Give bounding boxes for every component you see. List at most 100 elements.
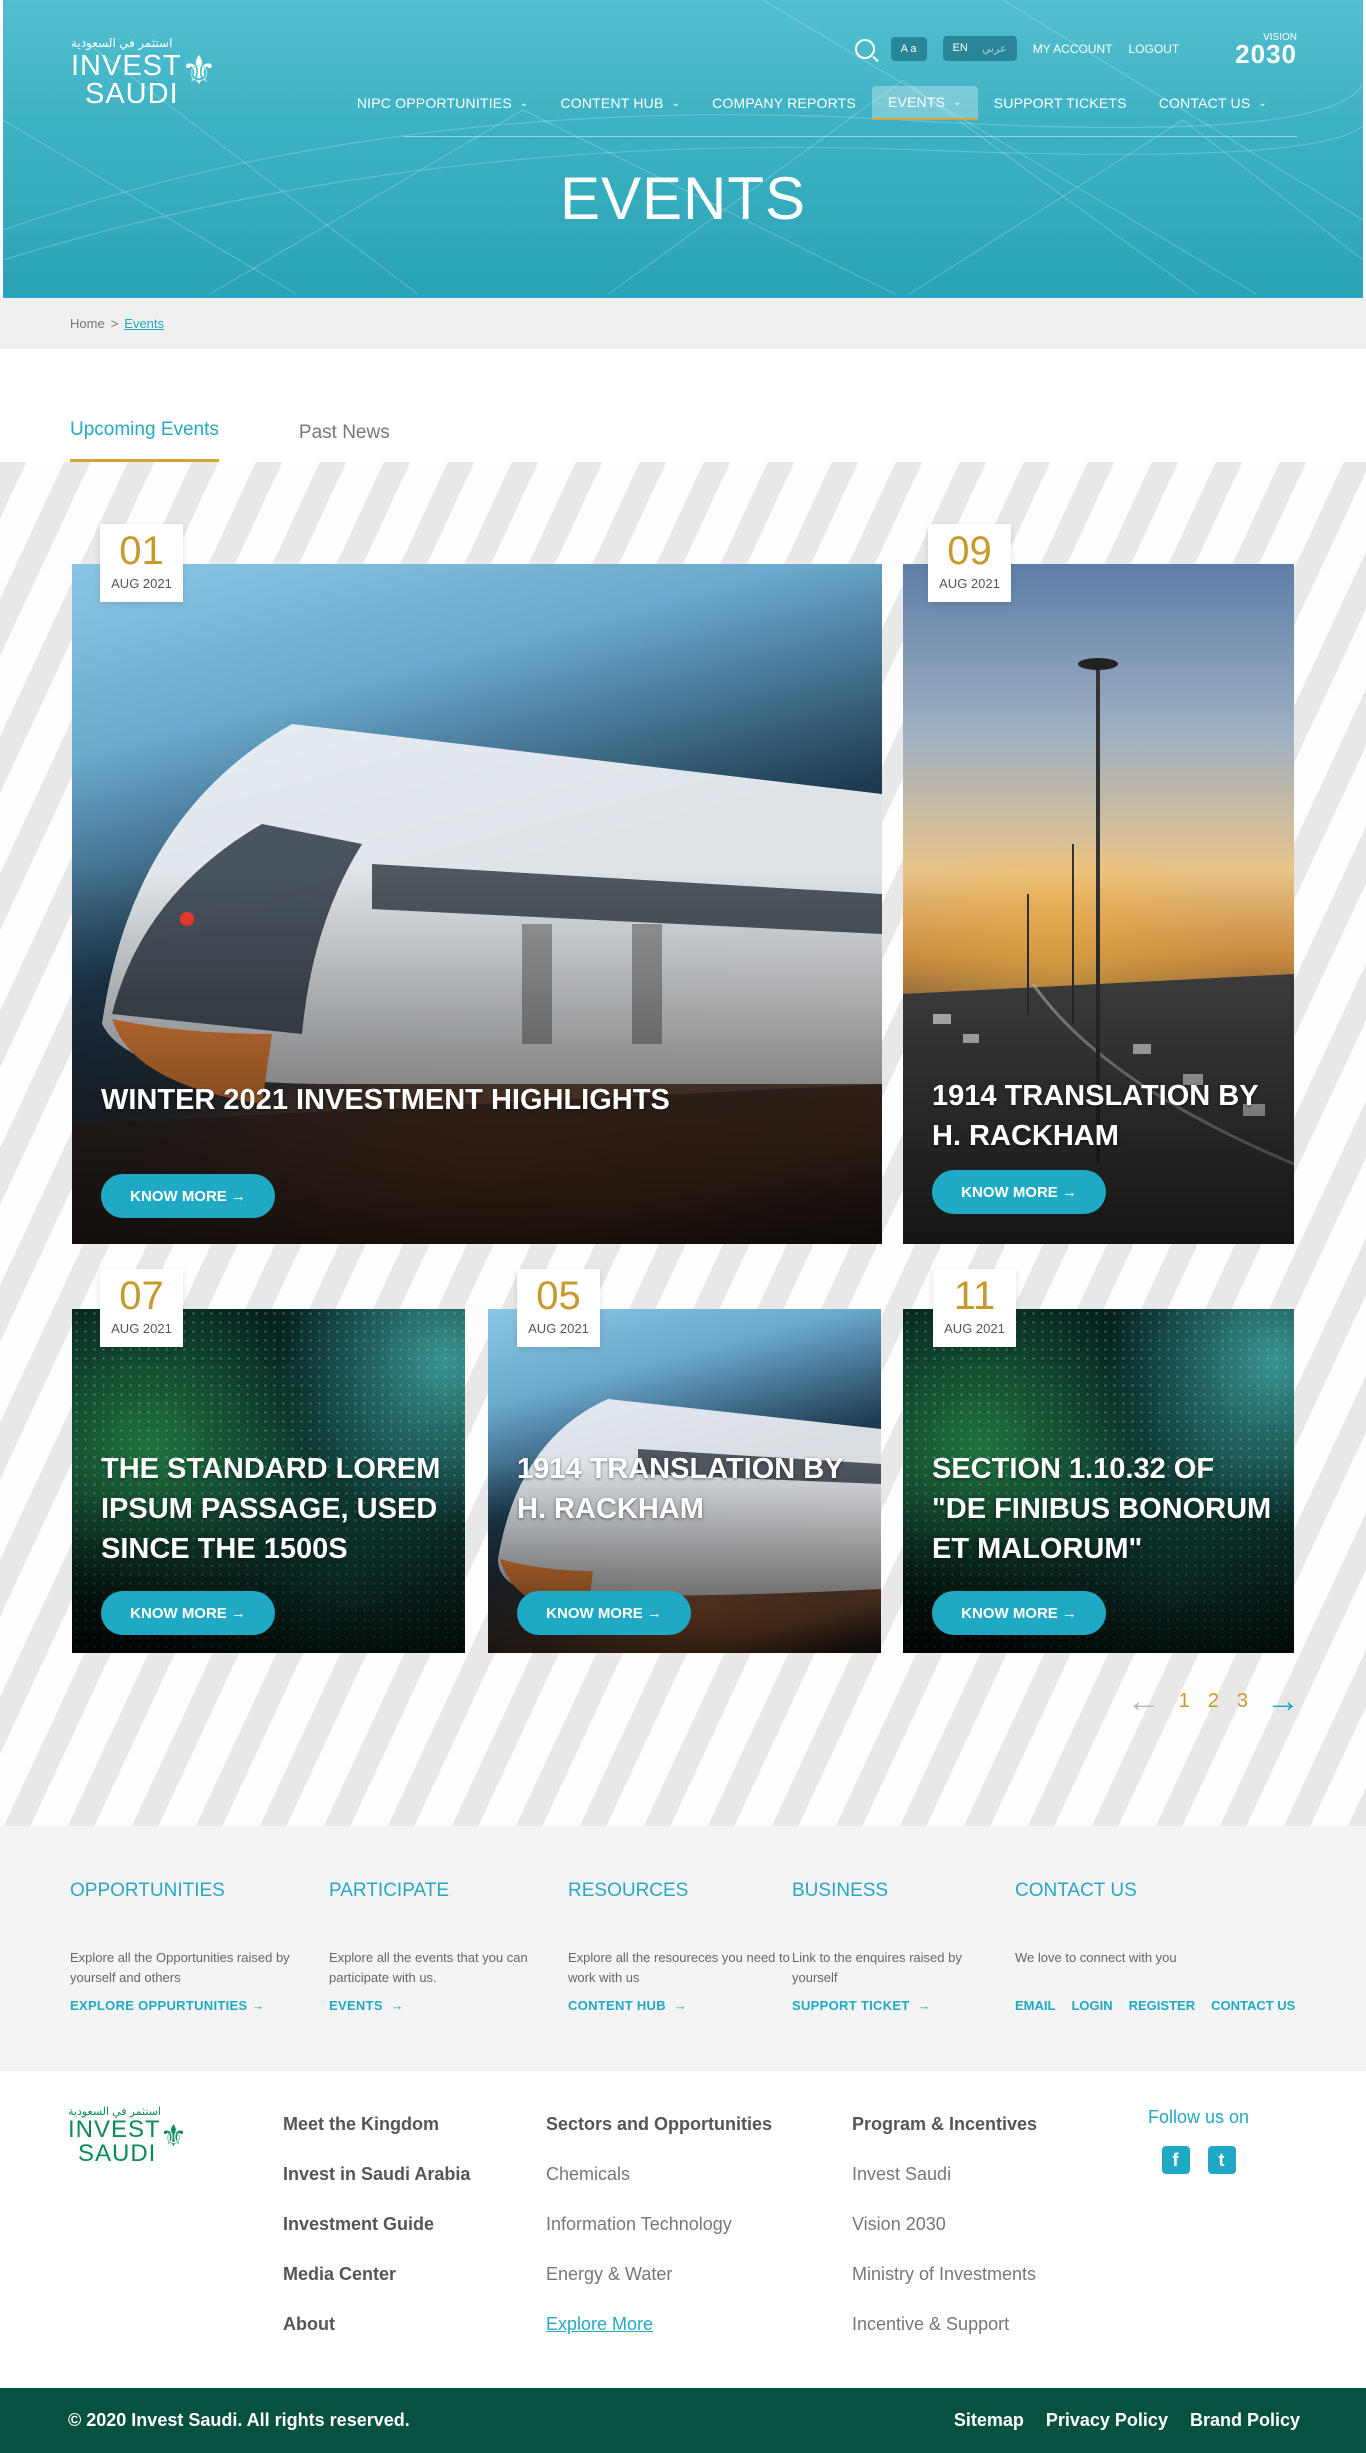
page-link-2[interactable]: 2 (1208, 1690, 1219, 1713)
footer-link[interactable]: Information Technology (546, 2211, 772, 2261)
event-tabs: Upcoming Events Past News (0, 349, 1366, 462)
font-size-toggle[interactable]: A a (890, 36, 927, 61)
nav-support-tickets[interactable]: SUPPORT TICKETS (978, 87, 1143, 119)
footer-link[interactable]: Invest Saudi (852, 2161, 1037, 2211)
footer-link[interactable]: Chemicals (546, 2161, 772, 2211)
event-title: THE STANDARD LOREM IPSUM PASSAGE, USED S… (101, 1453, 441, 1565)
links-col-participate: PARTICIPATE Explore all the events that … (329, 1880, 569, 2015)
page-link-3[interactable]: 3 (1237, 1690, 1248, 1713)
search-icon[interactable] (854, 38, 875, 59)
breadcrumb-current[interactable]: Events (124, 316, 164, 331)
contact-us-link[interactable]: CONTACT US (1211, 1998, 1295, 2013)
nav-label: NIPC OPPORTUNITIES (356, 95, 512, 111)
footer-link[interactable]: Invest in Saudi Arabia (283, 2161, 470, 2211)
links-col-opportunities: OPPORTUNITIES Explore all the Opportunit… (70, 1880, 310, 2015)
links-heading: BUSINESS (792, 1880, 889, 1901)
nav-divider (403, 136, 1297, 137)
vision-2030-logo: VISION 2030 (1235, 32, 1297, 67)
footer-link[interactable]: Energy & Water (546, 2261, 772, 2311)
date-month: AUG 2021 (111, 1321, 172, 1336)
email-link[interactable]: EMAIL (1015, 1998, 1055, 2013)
event-card[interactable]: 1914 TRANSLATION BY H. RACKHAM KNOW MORE… (488, 1309, 881, 1653)
date-badge: 11 AUG 2021 (933, 1269, 1016, 1347)
breadcrumb-separator: > (110, 316, 119, 331)
nav-company-reports[interactable]: COMPANY REPORTS (696, 87, 872, 119)
date-month: AUG 2021 (111, 576, 172, 591)
palm-swords-icon: ⚜ (181, 49, 217, 93)
footer-link[interactable]: Ministry of Investments (852, 2261, 1037, 2311)
twitter-icon[interactable]: t (1207, 2146, 1236, 2174)
footer-col-main: Meet the Kingdom Invest in Saudi Arabia … (283, 2111, 470, 2361)
privacy-policy-link[interactable]: Privacy Policy (1046, 2410, 1168, 2431)
legal-links: Sitemap Privacy Policy Brand Policy (954, 2410, 1300, 2431)
button-label: KNOW MORE (961, 1604, 1058, 1622)
nav-contact-us[interactable]: CONTACT US ⌄ (1143, 87, 1283, 119)
know-more-button[interactable]: KNOW MORE → (517, 1591, 691, 1635)
footer-link[interactable]: Incentive & Support (852, 2311, 1037, 2361)
know-more-button[interactable]: KNOW MORE → (932, 1591, 1106, 1635)
main-navigation: NIPC OPPORTUNITIES ⌄ CONTENT HUB ⌄ COMPA… (341, 86, 1283, 120)
arrow-right-icon: → (1061, 1183, 1077, 1201)
know-more-button[interactable]: KNOW MORE → (101, 1174, 275, 1218)
date-badge: 05 AUG 2021 (517, 1269, 600, 1347)
nav-label: EVENTS (887, 94, 946, 110)
lang-ar[interactable]: عربي (982, 42, 1007, 55)
logout-link[interactable]: LOGOUT (1128, 42, 1179, 56)
date-badge: 09 AUG 2021 (928, 524, 1011, 602)
arrow-left-icon[interactable]: ← (1127, 1684, 1161, 1718)
tab-upcoming-events[interactable]: Upcoming Events (70, 419, 219, 462)
footer-link[interactable]: Meet the Kingdom (283, 2111, 470, 2161)
footer-link[interactable]: Vision 2030 (852, 2211, 1037, 2261)
footer-link[interactable]: Investment Guide (283, 2211, 470, 2261)
events-link[interactable]: EVENTS → (329, 1998, 404, 2013)
page-link-1[interactable]: 1 (1179, 1690, 1190, 1713)
facebook-icon[interactable]: f (1161, 2146, 1190, 2174)
links-heading: OPPORTUNITIES (70, 1880, 225, 1901)
event-card[interactable]: 1914 TRANSLATION BY H. RACKHAM KNOW MORE… (903, 564, 1294, 1244)
know-more-button[interactable]: KNOW MORE → (101, 1591, 275, 1635)
language-switcher[interactable]: EN عربي (942, 36, 1017, 61)
footer-heading[interactable]: Program & Incentives (852, 2111, 1037, 2161)
footer-link[interactable]: Media Center (283, 2261, 470, 2311)
footer-link[interactable]: About (283, 2311, 470, 2361)
footer-logo[interactable]: استثمر في السعودية INVEST SAUDI ⚜ (68, 2105, 187, 2166)
register-link[interactable]: REGISTER (1129, 1998, 1195, 2013)
logo-word-invest: INVEST (71, 50, 182, 82)
know-more-button[interactable]: KNOW MORE → (932, 1170, 1106, 1214)
links-col-business: BUSINESS Link to the enquires raised by … (792, 1880, 992, 2015)
arrow-right-icon[interactable]: → (1266, 1684, 1300, 1718)
arrow-right-icon: → (230, 1604, 246, 1622)
explore-more-link[interactable]: Explore More (546, 2311, 772, 2361)
explore-opportunities-link[interactable]: EXPLORE OPPURTUNITIES → (70, 1998, 265, 2013)
brand-policy-link[interactable]: Brand Policy (1190, 2410, 1300, 2431)
event-card[interactable]: WINTER 2021 INVESTMENT HIGHLIGHTS KNOW M… (72, 564, 882, 1244)
breadcrumb: Home > Events (0, 298, 1366, 349)
events-section: 01 AUG 2021 WINTER 2021 INVESTMENT HIGHL… (0, 462, 1366, 1826)
my-account-link[interactable]: MY ACCOUNT (1033, 42, 1113, 56)
nav-nipc-opportunities[interactable]: NIPC OPPORTUNITIES ⌄ (341, 87, 545, 119)
breadcrumb-home[interactable]: Home (70, 316, 105, 331)
login-link[interactable]: LOGIN (1071, 1998, 1112, 2013)
sitemap-link[interactable]: Sitemap (954, 2410, 1024, 2431)
date-month: AUG 2021 (944, 1321, 1005, 1336)
footer-heading[interactable]: Sectors and Opportunities (546, 2111, 772, 2161)
lang-en[interactable]: EN (953, 42, 968, 55)
page-title: EVENTS (559, 165, 807, 232)
nav-label: SUPPORT TICKETS (993, 95, 1127, 111)
tab-past-news[interactable]: Past News (299, 422, 390, 462)
footer-col-sectors: Sectors and Opportunities Chemicals Info… (546, 2111, 772, 2361)
nav-events[interactable]: EVENTS ⌄ (871, 86, 978, 120)
support-ticket-link[interactable]: SUPPORT TICKET → (792, 1998, 931, 2013)
event-card[interactable]: THE STANDARD LOREM IPSUM PASSAGE, USED S… (72, 1309, 465, 1653)
social-icons: f t (1148, 2146, 1249, 2174)
copyright-bar: © 2020 Invest Saudi. All rights reserved… (0, 2388, 1366, 2453)
content-hub-link[interactable]: CONTENT HUB → (568, 1998, 687, 2013)
nav-content-hub[interactable]: CONTENT HUB ⌄ (544, 87, 696, 119)
date-day: 09 (947, 529, 992, 573)
chevron-down-icon: ⌄ (1258, 97, 1267, 109)
event-card[interactable]: SECTION 1.10.32 OF "DE FINIBUS BONORUM E… (903, 1309, 1294, 1653)
date-badge: 07 AUG 2021 (100, 1269, 183, 1347)
logo-word-saudi: SAUDI (85, 78, 179, 110)
invest-saudi-logo[interactable]: استثمر في السعودية INVEST SAUDI ⚜ (71, 36, 217, 110)
links-col-resources: RESOURCES Explore all the resoureces you… (568, 1880, 808, 2015)
